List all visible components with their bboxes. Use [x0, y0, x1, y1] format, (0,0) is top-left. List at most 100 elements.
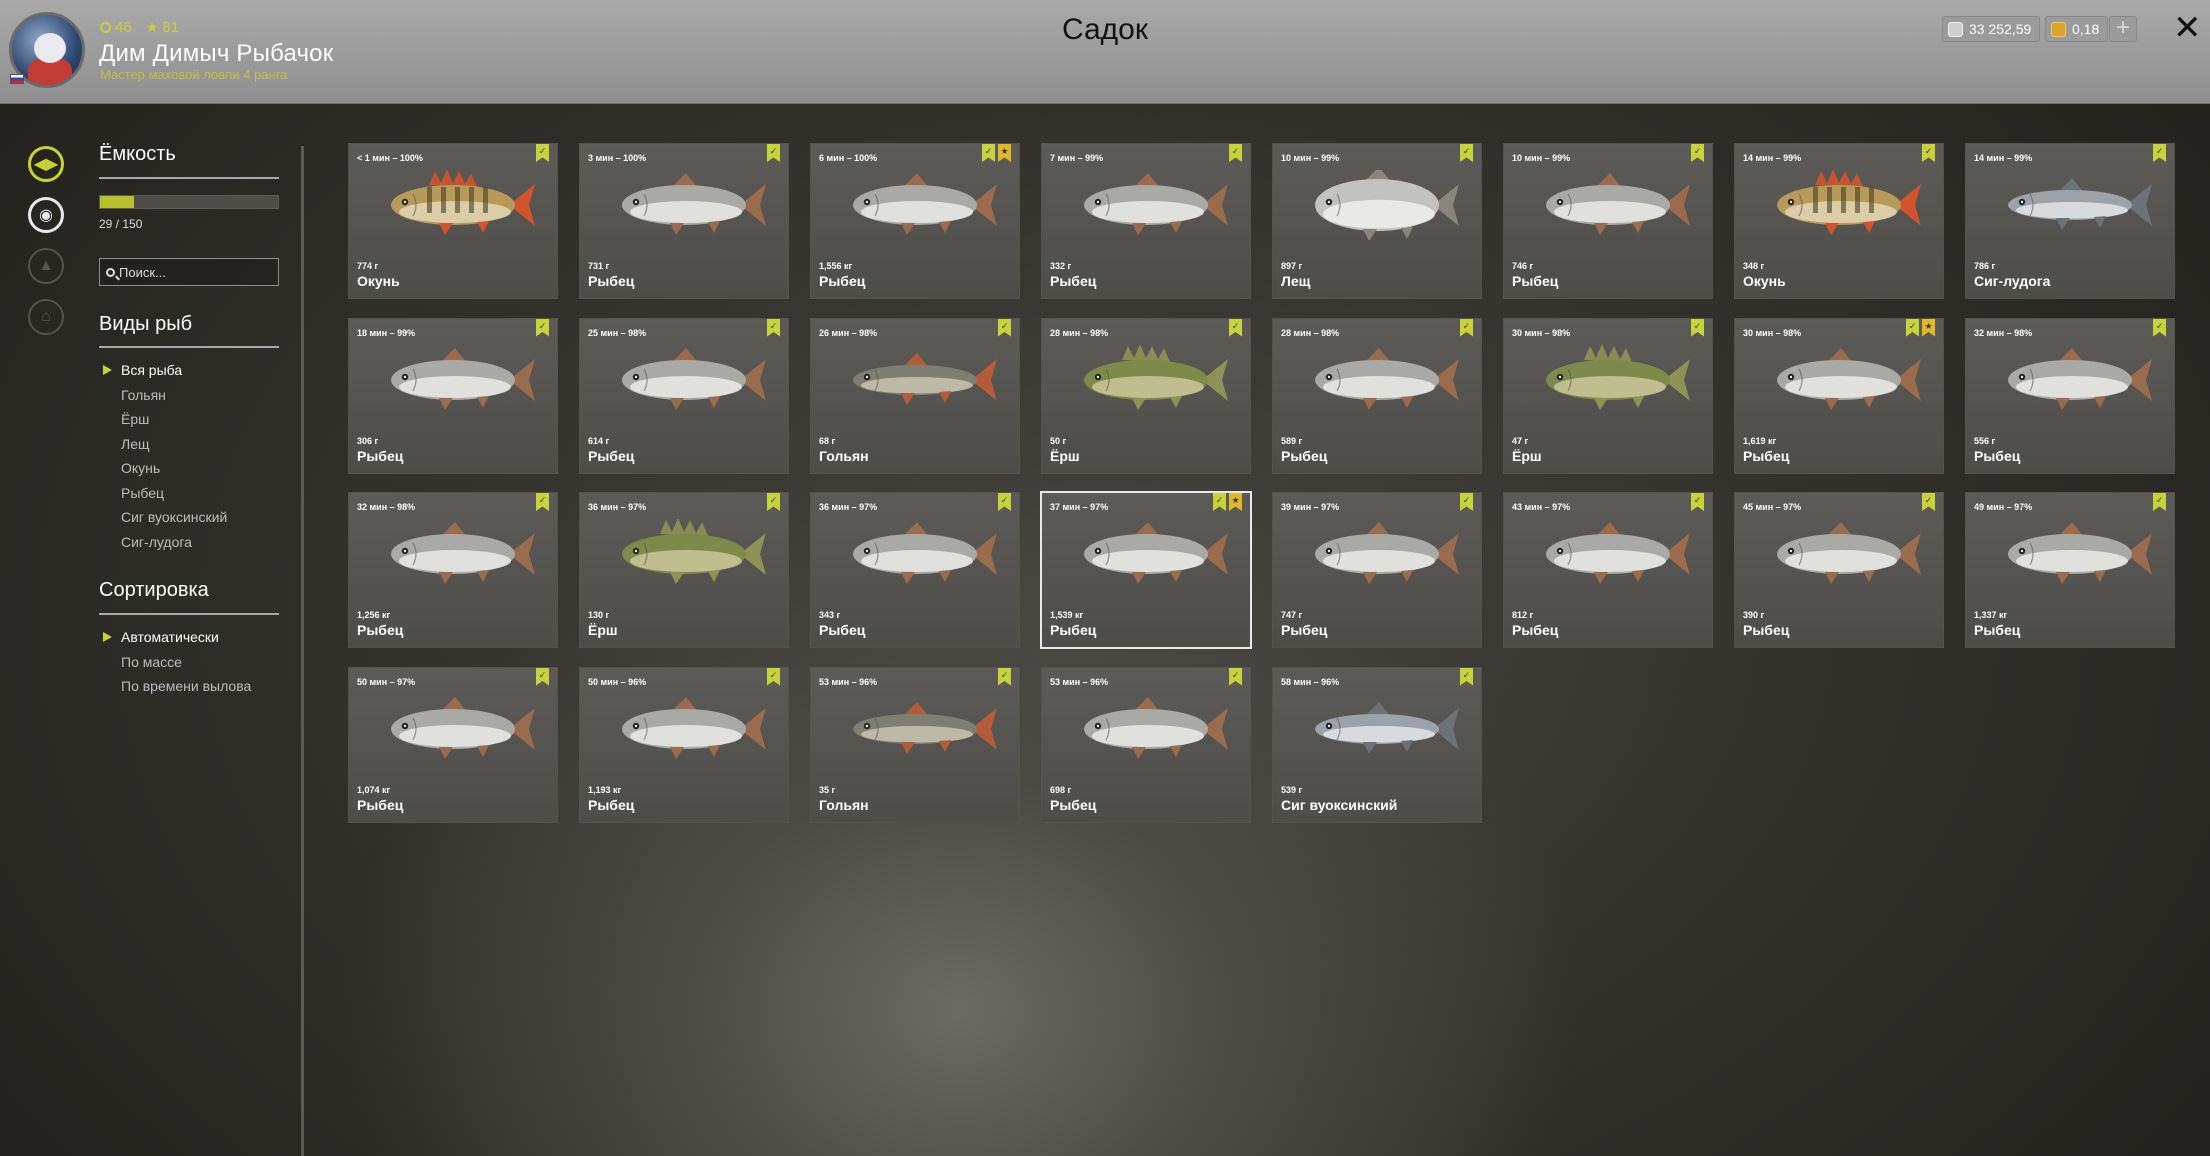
fish-card[interactable]: 32 мин – 98% ✓ 1,256 кг Рыбец — [348, 492, 558, 648]
trophy-star-icon: ★ — [1229, 493, 1242, 511]
fish-card[interactable]: 32 мин – 98% ✓ 556 г Рыбец — [1965, 317, 2175, 474]
bookmark-check-icon[interactable]: ✓ — [998, 493, 1011, 511]
bookmark-check-icon[interactable]: ✓ — [1906, 318, 1919, 337]
bookmark-check-icon[interactable]: ✓ — [1922, 493, 1935, 511]
fish-card[interactable]: 18 мин – 99% ✓ 306 г Рыбец — [348, 317, 558, 474]
species-item[interactable]: Рыбец — [99, 481, 227, 506]
bookmark-check-icon[interactable]: ✓ — [536, 144, 549, 162]
bookmark-check-icon[interactable]: ✓ — [1460, 318, 1473, 337]
fish-card[interactable]: 53 мин – 96% ✓ 698 г Рыбец — [1041, 666, 1251, 823]
catch-time: 6 мин – 100% — [819, 153, 878, 163]
fish-card[interactable]: 36 мин – 97% ✓ 343 г Рыбец — [810, 492, 1020, 648]
fish-card[interactable]: 6 мин – 100% ✓ ★ 1,556 кг Рыбец — [810, 143, 1020, 299]
card-badges: ✓ — [1229, 667, 1242, 686]
upgrade-tab-icon[interactable]: ▲ — [28, 248, 64, 284]
sort-item[interactable]: По времени вылова — [99, 674, 251, 699]
russia-flag-icon — [10, 74, 24, 84]
species-item[interactable]: Лещ — [99, 432, 227, 457]
fish-card[interactable]: 49 мин – 97% ✓ 1,337 кг Рыбец — [1965, 492, 2175, 648]
add-currency-button[interactable]: + — [2109, 16, 2137, 42]
card-badges: ✓ — [536, 318, 549, 337]
trophy-star-icon: ★ — [998, 144, 1011, 162]
bookmark-check-icon[interactable]: ✓ — [2153, 318, 2166, 337]
bookmark-check-icon[interactable]: ✓ — [536, 667, 549, 686]
fish-card[interactable]: 50 мин – 97% ✓ 1,074 кг Рыбец — [348, 666, 558, 823]
fish-name: Рыбец — [588, 273, 635, 289]
species-item[interactable]: Сиг-лудога — [99, 530, 227, 555]
sort-item[interactable]: По массе — [99, 650, 251, 675]
bookmark-check-icon[interactable]: ✓ — [1691, 318, 1704, 337]
bookmark-check-icon[interactable]: ✓ — [1460, 144, 1473, 162]
bookmark-check-icon[interactable]: ✓ — [536, 318, 549, 337]
fish-card[interactable]: 50 мин – 96% ✓ 1,193 кг Рыбец — [579, 666, 789, 823]
fish-card[interactable]: 28 мин – 98% ✓ 50 г Ёрш — [1041, 317, 1251, 474]
card-badges: ✓ ★ — [982, 144, 1011, 162]
bookmark-check-icon[interactable]: ✓ — [2153, 144, 2166, 162]
bookmark-check-icon[interactable]: ✓ — [767, 667, 780, 686]
card-badges: ✓ — [1691, 318, 1704, 337]
fish-card[interactable]: 37 мин – 97% ✓ ★ 1,539 кг Рыбец — [1040, 491, 1252, 649]
bookmark-check-icon[interactable]: ✓ — [1460, 667, 1473, 686]
silver-fish-image — [600, 345, 770, 415]
fish-card[interactable]: 45 мин – 97% ✓ 390 г Рыбец — [1734, 492, 1944, 648]
bookmark-check-icon[interactable]: ✓ — [998, 667, 1011, 686]
fish-card[interactable]: < 1 мин – 100% ✓ 774 г Окунь — [348, 143, 558, 299]
fish-card[interactable]: 14 мин – 99% ✓ 786 г Сиг-лудога — [1965, 143, 2175, 299]
species-item[interactable]: Окунь — [99, 456, 227, 481]
silver-balance: 33 252,59 — [1942, 16, 2041, 42]
fish-list-tab-icon[interactable]: ◉ — [28, 197, 64, 233]
bookmark-check-icon[interactable]: ✓ — [1691, 493, 1704, 511]
catch-time: 50 мин – 97% — [357, 676, 416, 687]
fish-card[interactable]: 3 мин – 100% ✓ 731 г Рыбец — [579, 143, 789, 299]
search-input[interactable]: Поиск... — [99, 258, 279, 286]
bookmark-check-icon[interactable]: ✓ — [767, 144, 780, 162]
fish-name: Сиг-лудога — [1974, 273, 2051, 289]
minnow-fish-image — [831, 694, 1001, 764]
bookmark-check-icon[interactable]: ✓ — [998, 318, 1011, 337]
fish-card[interactable]: 10 мин – 99% ✓ 897 г Лещ — [1272, 143, 1482, 299]
fish-weight: 786 г — [1974, 261, 1996, 271]
capacity-bar — [99, 195, 279, 209]
bookmark-check-icon[interactable]: ✓ — [1229, 144, 1242, 162]
fish-card[interactable]: 30 мин – 98% ✓ 47 г Ёрш — [1503, 317, 1713, 474]
search-placeholder: Поиск... — [119, 264, 166, 280]
bookmark-check-icon[interactable]: ✓ — [767, 318, 780, 337]
fish-weight: 47 г — [1512, 435, 1529, 446]
bookmark-check-icon[interactable]: ✓ — [1213, 493, 1226, 511]
bookmark-check-icon[interactable]: ✓ — [767, 493, 780, 511]
fish-name: Рыбец — [1050, 273, 1097, 289]
fish-card[interactable]: 28 мин – 98% ✓ 589 г Рыбец — [1272, 317, 1482, 474]
card-badges: ✓ — [1691, 144, 1704, 162]
fish-card[interactable]: 7 мин – 99% ✓ 332 г Рыбец — [1041, 143, 1251, 299]
silver-fish-image — [1293, 345, 1463, 415]
bookmark-check-icon[interactable]: ✓ — [982, 144, 995, 162]
fish-card[interactable]: 43 мин – 97% ✓ 812 г Рыбец — [1503, 492, 1713, 648]
sort-item[interactable]: Автоматически — [99, 625, 251, 650]
close-button[interactable]: ✕ — [2173, 11, 2202, 45]
bookmark-check-icon[interactable]: ✓ — [1691, 144, 1704, 162]
bookmark-check-icon[interactable]: ✓ — [1229, 667, 1242, 686]
species-item[interactable]: Гольян — [99, 383, 227, 408]
bookmark-check-icon[interactable]: ✓ — [2153, 493, 2166, 511]
fish-card[interactable]: 53 мин – 96% ✓ 35 г Гольян — [810, 666, 1020, 823]
bookmark-check-icon[interactable]: ✓ — [1229, 318, 1242, 337]
fish-card[interactable]: 26 мин – 98% ✓ 68 г Гольян — [810, 317, 1020, 474]
fish-card[interactable]: 58 мин – 96% ✓ 539 г Сиг вуоксинский — [1272, 666, 1482, 823]
fish-card[interactable]: 10 мин – 99% ✓ 746 г Рыбец — [1503, 143, 1713, 299]
bookmark-check-icon[interactable]: ✓ — [1922, 144, 1935, 162]
fish-name: Гольян — [819, 447, 869, 464]
fish-card[interactable]: 30 мин – 98% ✓ ★ 1,619 кг Рыбец — [1734, 317, 1944, 474]
fish-name: Ёрш — [1512, 447, 1542, 464]
home-tab-icon[interactable]: ⌂ — [28, 299, 64, 335]
card-badges: ✓ — [1691, 493, 1704, 511]
species-item[interactable]: Сиг вуоксинский — [99, 505, 227, 530]
species-item[interactable]: Ёрш — [99, 407, 227, 432]
bookmark-check-icon[interactable]: ✓ — [1460, 493, 1473, 511]
fish-card[interactable]: 39 мин – 97% ✓ 747 г Рыбец — [1272, 492, 1482, 648]
fish-card[interactable]: 36 мин – 97% ✓ 130 г Ёрш — [579, 492, 789, 648]
species-item[interactable]: Вся рыба — [99, 358, 227, 383]
fish-card[interactable]: 14 мин – 99% ✓ 348 г Окунь — [1734, 143, 1944, 299]
keepnet-tab-icon[interactable]: ◀▶ — [28, 146, 64, 182]
fish-card[interactable]: 25 мин – 98% ✓ 614 г Рыбец — [579, 317, 789, 474]
bookmark-check-icon[interactable]: ✓ — [536, 493, 549, 511]
